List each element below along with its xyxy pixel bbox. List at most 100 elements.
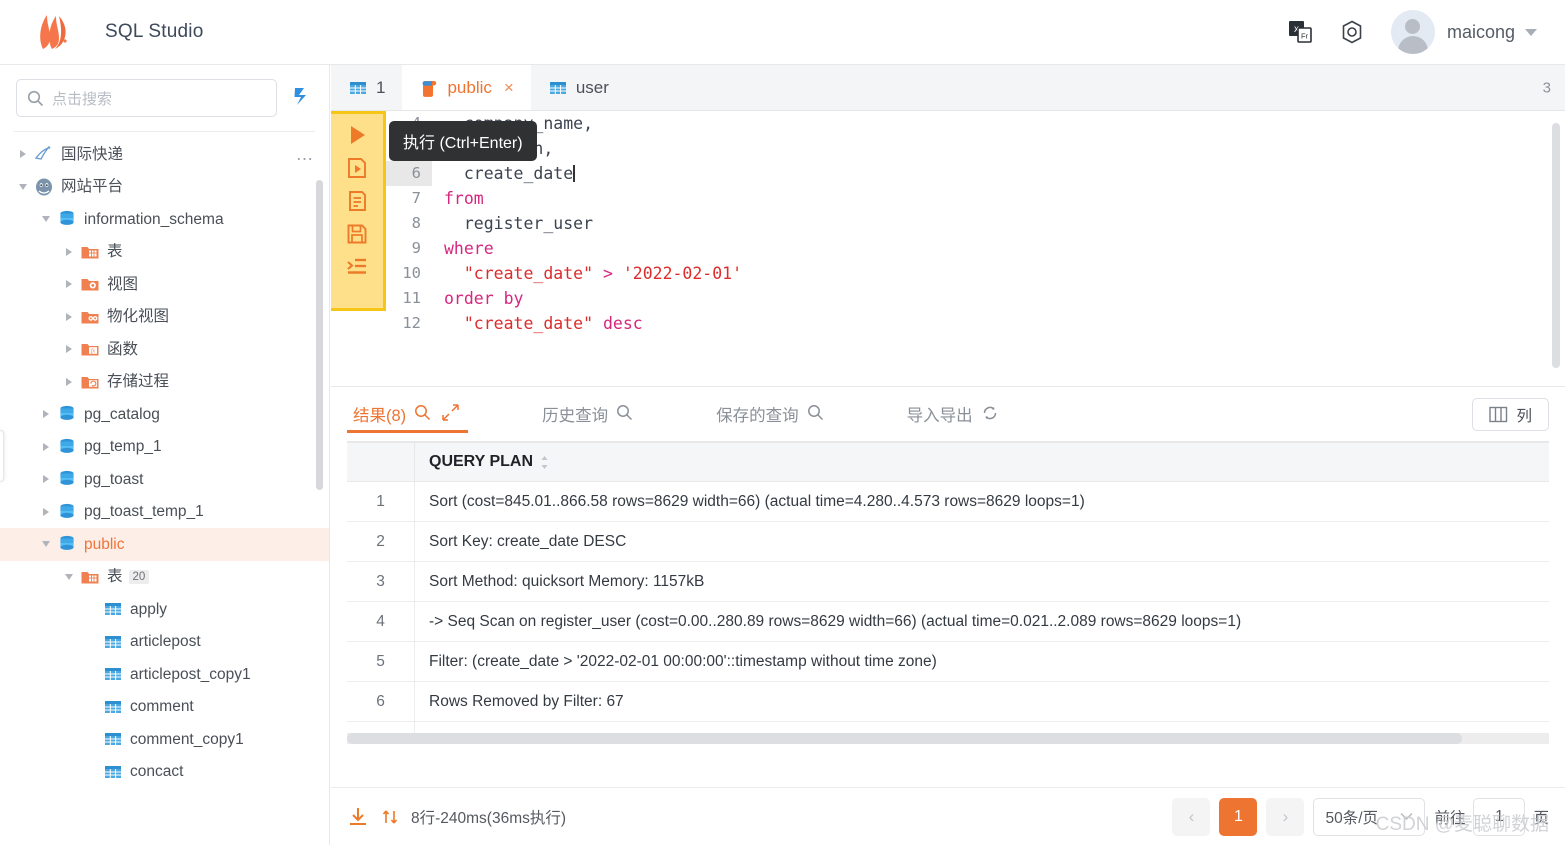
tree-node-articlepost_copy1[interactable]: articlepost_copy1 bbox=[0, 658, 329, 691]
schema-icon bbox=[57, 404, 77, 424]
tree-node-国际快递[interactable]: 国际快递… bbox=[0, 138, 329, 171]
tree-toggle-right-icon[interactable] bbox=[16, 147, 30, 161]
code-line-9: 9 where bbox=[386, 236, 1549, 261]
grid-row[interactable]: 5 Filter: (create_date > '2022-02-01 00:… bbox=[347, 641, 1549, 682]
tree-node-more-icon[interactable]: … bbox=[296, 145, 316, 163]
search-icon[interactable] bbox=[807, 404, 827, 424]
tree-toggle-right-icon[interactable] bbox=[39, 505, 53, 519]
sidebar-scrollbar[interactable] bbox=[316, 180, 323, 490]
grid-row[interactable]: 3 Sort Method: quicksort Memory: 1157kB bbox=[347, 561, 1549, 602]
sort-icon[interactable] bbox=[539, 455, 550, 470]
app-logo[interactable] bbox=[0, 13, 105, 51]
row-query-plan: Rows Removed by Filter: 67 bbox=[429, 692, 624, 710]
result-tab-2[interactable]: 保存的查询 bbox=[710, 387, 833, 442]
sql-editor[interactable]: 执行 (Ctrl+Enter) 4 company_name,5 positio… bbox=[331, 111, 1565, 386]
tree-node-表[interactable]: 表 20 bbox=[0, 561, 329, 594]
svg-text:Fr: Fr bbox=[1301, 32, 1309, 41]
settings-icon[interactable] bbox=[1339, 19, 1365, 45]
grid-row[interactable]: 6 Rows Removed by Filter: 67 bbox=[347, 681, 1549, 722]
grid-horizontal-scrollbar[interactable] bbox=[347, 733, 1462, 744]
columns-button[interactable]: 列 bbox=[1472, 398, 1549, 431]
refresh-icon[interactable] bbox=[289, 84, 313, 113]
schema-icon bbox=[57, 437, 77, 457]
tree-toggle-right-icon[interactable] bbox=[62, 277, 76, 291]
transfer-icon[interactable] bbox=[381, 808, 399, 826]
prev-page-button[interactable]: ‹ bbox=[1172, 797, 1211, 836]
grid-header-column[interactable]: QUERY PLAN bbox=[415, 443, 1549, 481]
sidebar-collapse-handle[interactable] bbox=[0, 430, 4, 482]
tree-toggle-right-icon[interactable] bbox=[62, 310, 76, 324]
tree-node-label: pg_toast_temp_1 bbox=[84, 503, 204, 520]
tree-toggle-down-icon[interactable] bbox=[39, 537, 53, 551]
code-line-7: 7 from bbox=[386, 186, 1549, 211]
tree-toggle-right-icon[interactable] bbox=[62, 342, 76, 356]
run-file-icon[interactable] bbox=[344, 155, 370, 181]
tree-node-pg_toast_temp_1[interactable]: pg_toast_temp_1 bbox=[0, 496, 329, 529]
tree-node-apply[interactable]: apply bbox=[0, 593, 329, 626]
tree-node-public[interactable]: public bbox=[0, 528, 329, 561]
schema-icon bbox=[57, 469, 77, 489]
result-tab-1[interactable]: 历史查询 bbox=[536, 387, 642, 442]
explain-icon[interactable] bbox=[344, 188, 370, 214]
tree-toggle-right-icon[interactable] bbox=[39, 407, 53, 421]
grid-row[interactable]: 1 Sort (cost=845.01..866.58 rows=8629 wid… bbox=[347, 481, 1549, 522]
format-icon[interactable] bbox=[344, 254, 370, 280]
tree-node-label: 表 bbox=[107, 243, 123, 260]
search-icon[interactable] bbox=[616, 404, 636, 424]
sidebar-divider bbox=[14, 131, 315, 132]
search-input[interactable]: 点击搜索 bbox=[16, 79, 277, 117]
sync-icon[interactable] bbox=[981, 404, 1001, 424]
tree-node-comment_copy1[interactable]: comment_copy1 bbox=[0, 723, 329, 756]
tree-toggle-down-icon[interactable] bbox=[62, 570, 76, 584]
page-jump-input[interactable] bbox=[1473, 797, 1526, 836]
tree-node-pg_temp_1[interactable]: pg_temp_1 bbox=[0, 431, 329, 464]
language-switch-icon[interactable]: x Fr bbox=[1287, 19, 1313, 45]
page-number-1[interactable]: 1 bbox=[1219, 797, 1258, 836]
next-page-button[interactable]: › bbox=[1266, 797, 1305, 836]
code-text: "create_date" desc bbox=[463, 314, 643, 333]
code-line-10: 10 "create_date" > '2022-02-01' bbox=[386, 261, 1549, 286]
tree-node-information_schema[interactable]: information_schema bbox=[0, 203, 329, 236]
grid-row[interactable]: 2 Sort Key: create_date DESC bbox=[347, 521, 1549, 562]
run-icon[interactable] bbox=[344, 122, 370, 148]
result-tab-3[interactable]: 导入导出 bbox=[901, 387, 1007, 442]
code-text: register_user bbox=[463, 214, 594, 233]
tree-node-表[interactable]: 表 bbox=[0, 236, 329, 269]
tree-node-函数[interactable]: fx 函数 bbox=[0, 333, 329, 366]
tree-toggle-right-icon[interactable] bbox=[39, 472, 53, 486]
tree-node-articlepost[interactable]: articlepost bbox=[0, 626, 329, 659]
grid-row[interactable]: 4 -> Seq Scan on register_user (cost=0.0… bbox=[347, 601, 1549, 642]
user-menu[interactable]: maicong bbox=[1390, 10, 1537, 54]
tree-node-网站平台[interactable]: 网站平台 bbox=[0, 171, 329, 204]
download-icon[interactable] bbox=[347, 806, 369, 828]
tree-node-存储过程[interactable]: 存储过程 bbox=[0, 366, 329, 399]
code-lines[interactable]: 4 company_name,5 position,6 create_date7… bbox=[386, 111, 1549, 386]
result-tab-0[interactable]: 结果(8) bbox=[347, 387, 469, 442]
search-icon[interactable] bbox=[414, 404, 434, 424]
tree-node-concact[interactable]: concact bbox=[0, 756, 329, 789]
tree-node-label: pg_catalog bbox=[84, 405, 160, 423]
editor-tab-1[interactable]: 1 bbox=[331, 65, 402, 110]
editor-scrollbar[interactable] bbox=[1552, 123, 1560, 368]
tree-node-label: 存储过程 bbox=[107, 373, 170, 390]
expand-icon[interactable] bbox=[442, 404, 462, 424]
tree-node-pg_toast[interactable]: pg_toast bbox=[0, 463, 329, 496]
columns-button-label: 列 bbox=[1516, 407, 1532, 425]
tree-node-comment[interactable]: comment bbox=[0, 691, 329, 724]
tree-node-视图[interactable]: 视图 bbox=[0, 268, 329, 301]
line-number: 9 bbox=[411, 239, 421, 257]
editor-tab-public[interactable]: public × bbox=[402, 65, 531, 110]
tree-node-label: articlepost_copy1 bbox=[130, 665, 251, 683]
page-size-select[interactable]: 50条/页 bbox=[1313, 797, 1426, 836]
save-icon[interactable] bbox=[344, 221, 370, 247]
close-icon[interactable]: × bbox=[504, 78, 514, 98]
tree-toggle-right-icon[interactable] bbox=[39, 440, 53, 454]
tree-toggle-down-icon[interactable] bbox=[39, 212, 53, 226]
tree-node-pg_catalog[interactable]: pg_catalog bbox=[0, 398, 329, 431]
tree-toggle-right-icon[interactable] bbox=[62, 245, 76, 259]
tree-toggle-down-icon[interactable] bbox=[16, 180, 30, 194]
tree-node-物化视图[interactable]: 物化视图 bbox=[0, 301, 329, 334]
editor-tab-user[interactable]: user bbox=[531, 65, 626, 110]
tree-toggle-right-icon[interactable] bbox=[62, 375, 76, 389]
line-number: 8 bbox=[411, 214, 421, 232]
